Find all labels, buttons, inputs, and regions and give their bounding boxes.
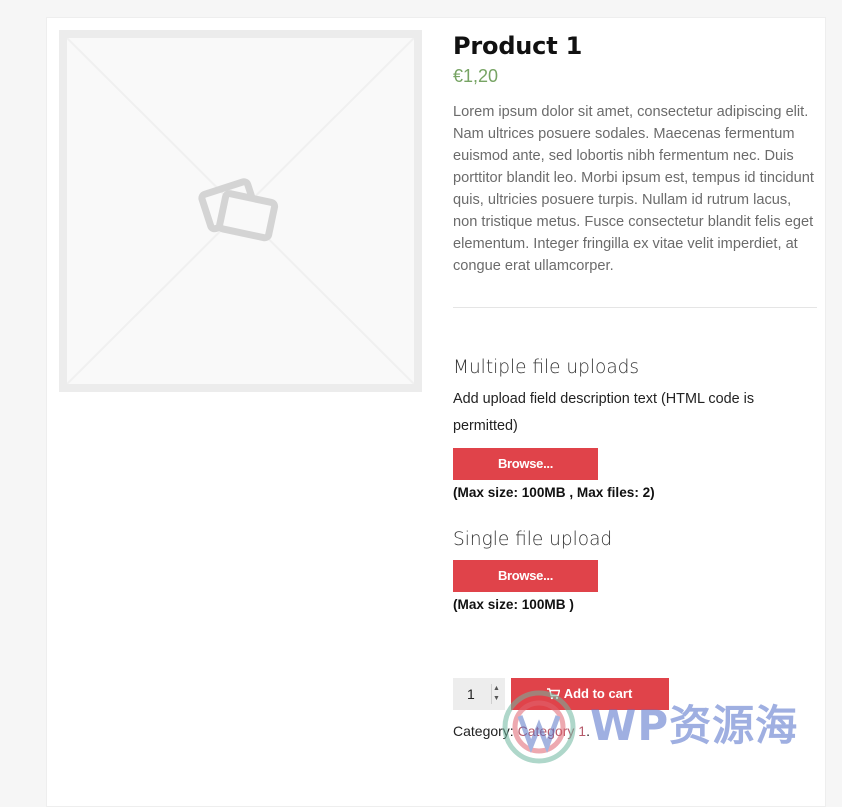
quantity-value: 1 <box>467 686 475 702</box>
multiple-upload-section: Multiple file uploads Add upload field d… <box>453 356 817 502</box>
product-meta: Category: Category 1. <box>453 722 817 740</box>
category-label: Category: <box>453 723 514 739</box>
single-upload-heading: Single file upload <box>453 529 613 550</box>
image-placeholder-icon <box>67 38 414 384</box>
multiple-browse-button[interactable]: Browse... <box>453 448 598 480</box>
add-to-cart-button[interactable]: Add to cart <box>511 678 669 710</box>
cart-icon <box>547 688 560 700</box>
product-image-placeholder[interactable] <box>59 30 422 392</box>
single-browse-button[interactable]: Browse... <box>453 560 598 592</box>
product-description: Lorem ipsum dolor sit amet, consectetur … <box>453 104 814 274</box>
multiple-upload-limits: (Max size: 100MB , Max files: 2) <box>453 485 655 500</box>
category-suffix: . <box>586 723 590 739</box>
product-page: Product 1 €1,20 Lorem ipsum dolor sit am… <box>46 17 826 807</box>
divider <box>453 307 817 308</box>
category-link[interactable]: Category 1 <box>518 723 586 739</box>
product-summary: Product 1 €1,20 Lorem ipsum dolor sit am… <box>453 18 817 740</box>
multiple-upload-description: Add upload field description text (HTML … <box>453 391 755 434</box>
quantity-stepper[interactable]: 1 ▲ ▼ <box>453 678 505 710</box>
add-to-cart-label: Add to cart <box>563 686 633 701</box>
product-title: Product 1 <box>453 32 583 60</box>
product-price: €1,20 <box>453 66 499 86</box>
spinner-arrows-icon[interactable]: ▲ ▼ <box>491 684 501 704</box>
multiple-upload-heading: Multiple file uploads <box>453 357 640 378</box>
single-upload-section: Single file upload Browse... (Max size: … <box>453 528 817 614</box>
single-upload-limits: (Max size: 100MB ) <box>453 597 574 612</box>
add-to-cart-form: 1 ▲ ▼ Add to cart <box>453 678 817 710</box>
